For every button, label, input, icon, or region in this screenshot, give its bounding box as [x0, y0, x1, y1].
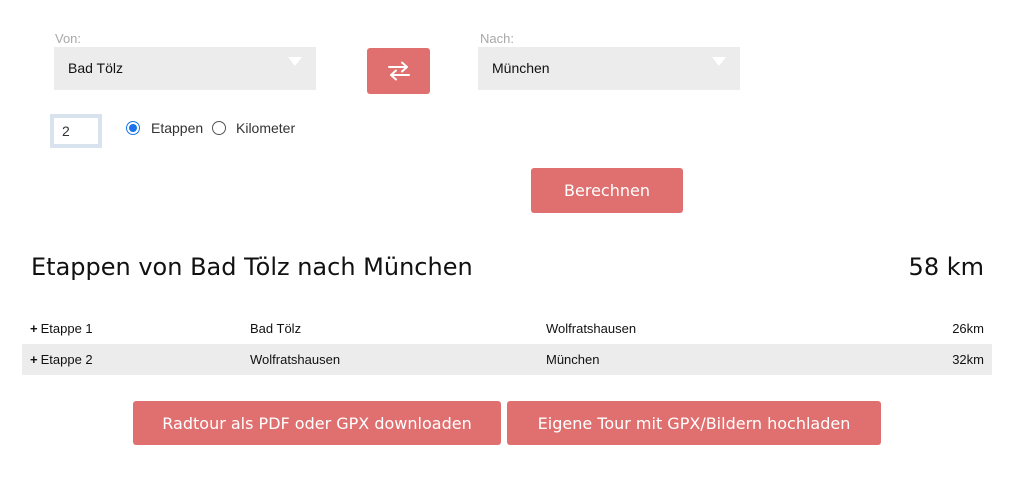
table-row[interactable]: + Etappe 1 Bad Tölz Wolfratshausen 26km [22, 313, 992, 344]
stage-from: Wolfratshausen [250, 352, 341, 367]
stage-to: Wolfratshausen [546, 321, 637, 336]
upload-tour-button[interactable]: Eigene Tour mit GPX/Bildern hochladen [507, 401, 881, 445]
mode-stages-radio[interactable] [126, 121, 140, 135]
table-row[interactable]: + Etappe 2 Wolfratshausen München 32km [22, 344, 992, 375]
download-pdf-gpx-button[interactable]: Radtour als PDF oder GPX downloaden [133, 401, 501, 445]
from-select-value: Bad Tölz [68, 60, 123, 76]
stage-distance: 32km [952, 352, 984, 367]
expand-icon[interactable]: + [30, 321, 38, 336]
chevron-down-icon [288, 57, 302, 66]
stage-name: Etappe 2 [40, 352, 93, 367]
from-select[interactable]: Bad Tölz [54, 47, 316, 90]
stage-name-cell[interactable]: + Etappe 1 [30, 313, 93, 344]
swap-arrows-icon [387, 61, 410, 81]
to-select[interactable]: München [478, 47, 740, 90]
stage-to: München [546, 352, 600, 367]
stages-count-input[interactable]: 2 [50, 114, 102, 148]
stage-from: Bad Tölz [250, 321, 302, 336]
stage-table: + Etappe 1 Bad Tölz Wolfratshausen 26km +… [22, 313, 992, 375]
mode-km-radio[interactable] [212, 121, 226, 135]
stage-name: Etappe 1 [40, 321, 93, 336]
stage-distance: 26km [952, 321, 984, 336]
to-label: Nach: [480, 31, 514, 46]
stage-name-cell[interactable]: + Etappe 2 [30, 344, 93, 375]
calculate-button[interactable]: Berechnen [531, 168, 683, 213]
from-label: Von: [55, 31, 82, 46]
chevron-down-icon [712, 57, 726, 66]
mode-stages-label[interactable]: Etappen [151, 120, 203, 136]
mode-km-label[interactable]: Kilometer [236, 120, 295, 136]
to-select-value: München [492, 60, 550, 76]
result-total-distance: 58 km [908, 253, 984, 281]
result-title: Etappen von Bad Tölz nach München [31, 253, 473, 281]
expand-icon[interactable]: + [30, 352, 38, 367]
swap-direction-button[interactable] [367, 48, 430, 94]
